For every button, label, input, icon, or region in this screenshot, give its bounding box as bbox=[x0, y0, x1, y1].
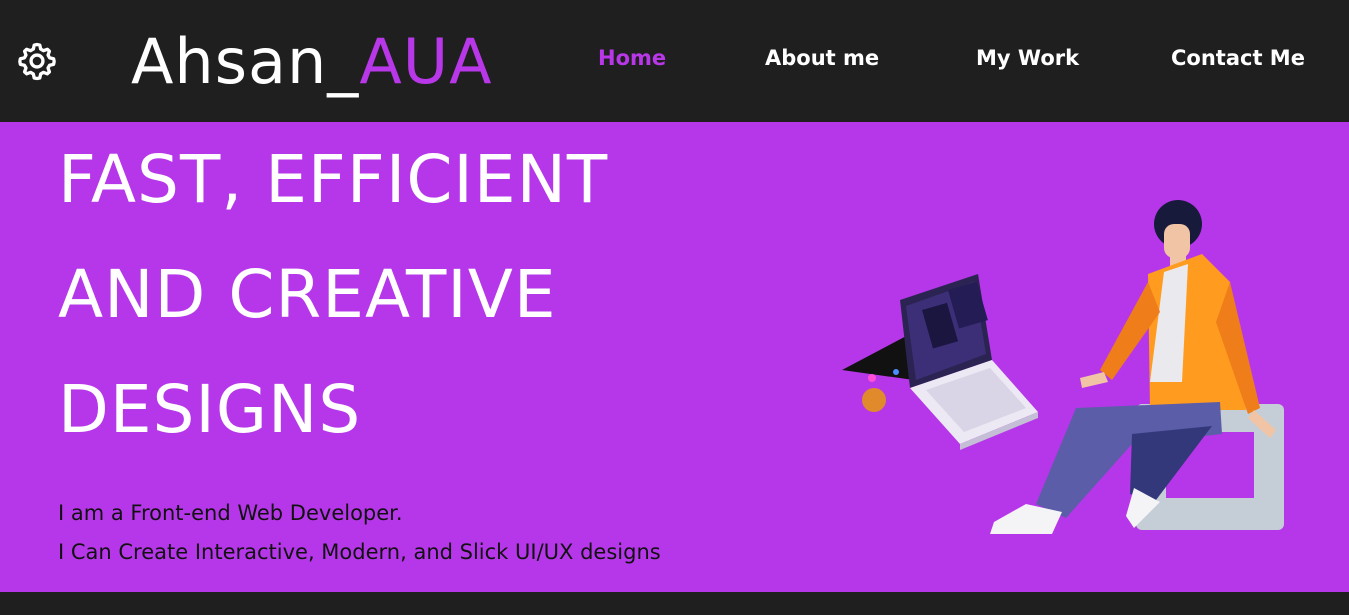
gear-icon[interactable] bbox=[16, 40, 58, 82]
developer-illustration bbox=[842, 200, 1284, 534]
headline-line-3: DESIGNS bbox=[58, 371, 362, 448]
laptop-image bbox=[842, 274, 1038, 450]
tagline-line-1: I am a Front-end Web Developer. bbox=[58, 501, 403, 525]
hero-headline: FAST, EFFICIENT AND CREATIVE DESIGNS bbox=[58, 122, 608, 467]
footer-bar bbox=[0, 592, 1349, 615]
headline-line-2: AND CREATIVE bbox=[58, 256, 557, 333]
logo-primary-text: Ahsan_ bbox=[131, 25, 360, 98]
nav-home-link[interactable]: Home bbox=[598, 44, 666, 72]
navbar: Ahsan_AUA Home About me My Work Contact … bbox=[0, 0, 1349, 122]
logo-accent-text: AUA bbox=[359, 25, 493, 98]
tagline-line-2: I Can Create Interactive, Modern, and Sl… bbox=[58, 540, 661, 564]
nav-about-link[interactable]: About me bbox=[765, 44, 879, 72]
site-logo[interactable]: Ahsan_AUA bbox=[131, 24, 493, 100]
hero-tagline: I am a Front-end Web Developer. I Can Cr… bbox=[58, 494, 661, 572]
hero-section: FAST, EFFICIENT AND CREATIVE DESIGNS I a… bbox=[0, 122, 1349, 592]
nav-contact-link[interactable]: Contact Me bbox=[1171, 44, 1305, 72]
headline-line-1: FAST, EFFICIENT bbox=[58, 141, 609, 218]
nav-my-work-link[interactable]: My Work bbox=[976, 44, 1079, 72]
